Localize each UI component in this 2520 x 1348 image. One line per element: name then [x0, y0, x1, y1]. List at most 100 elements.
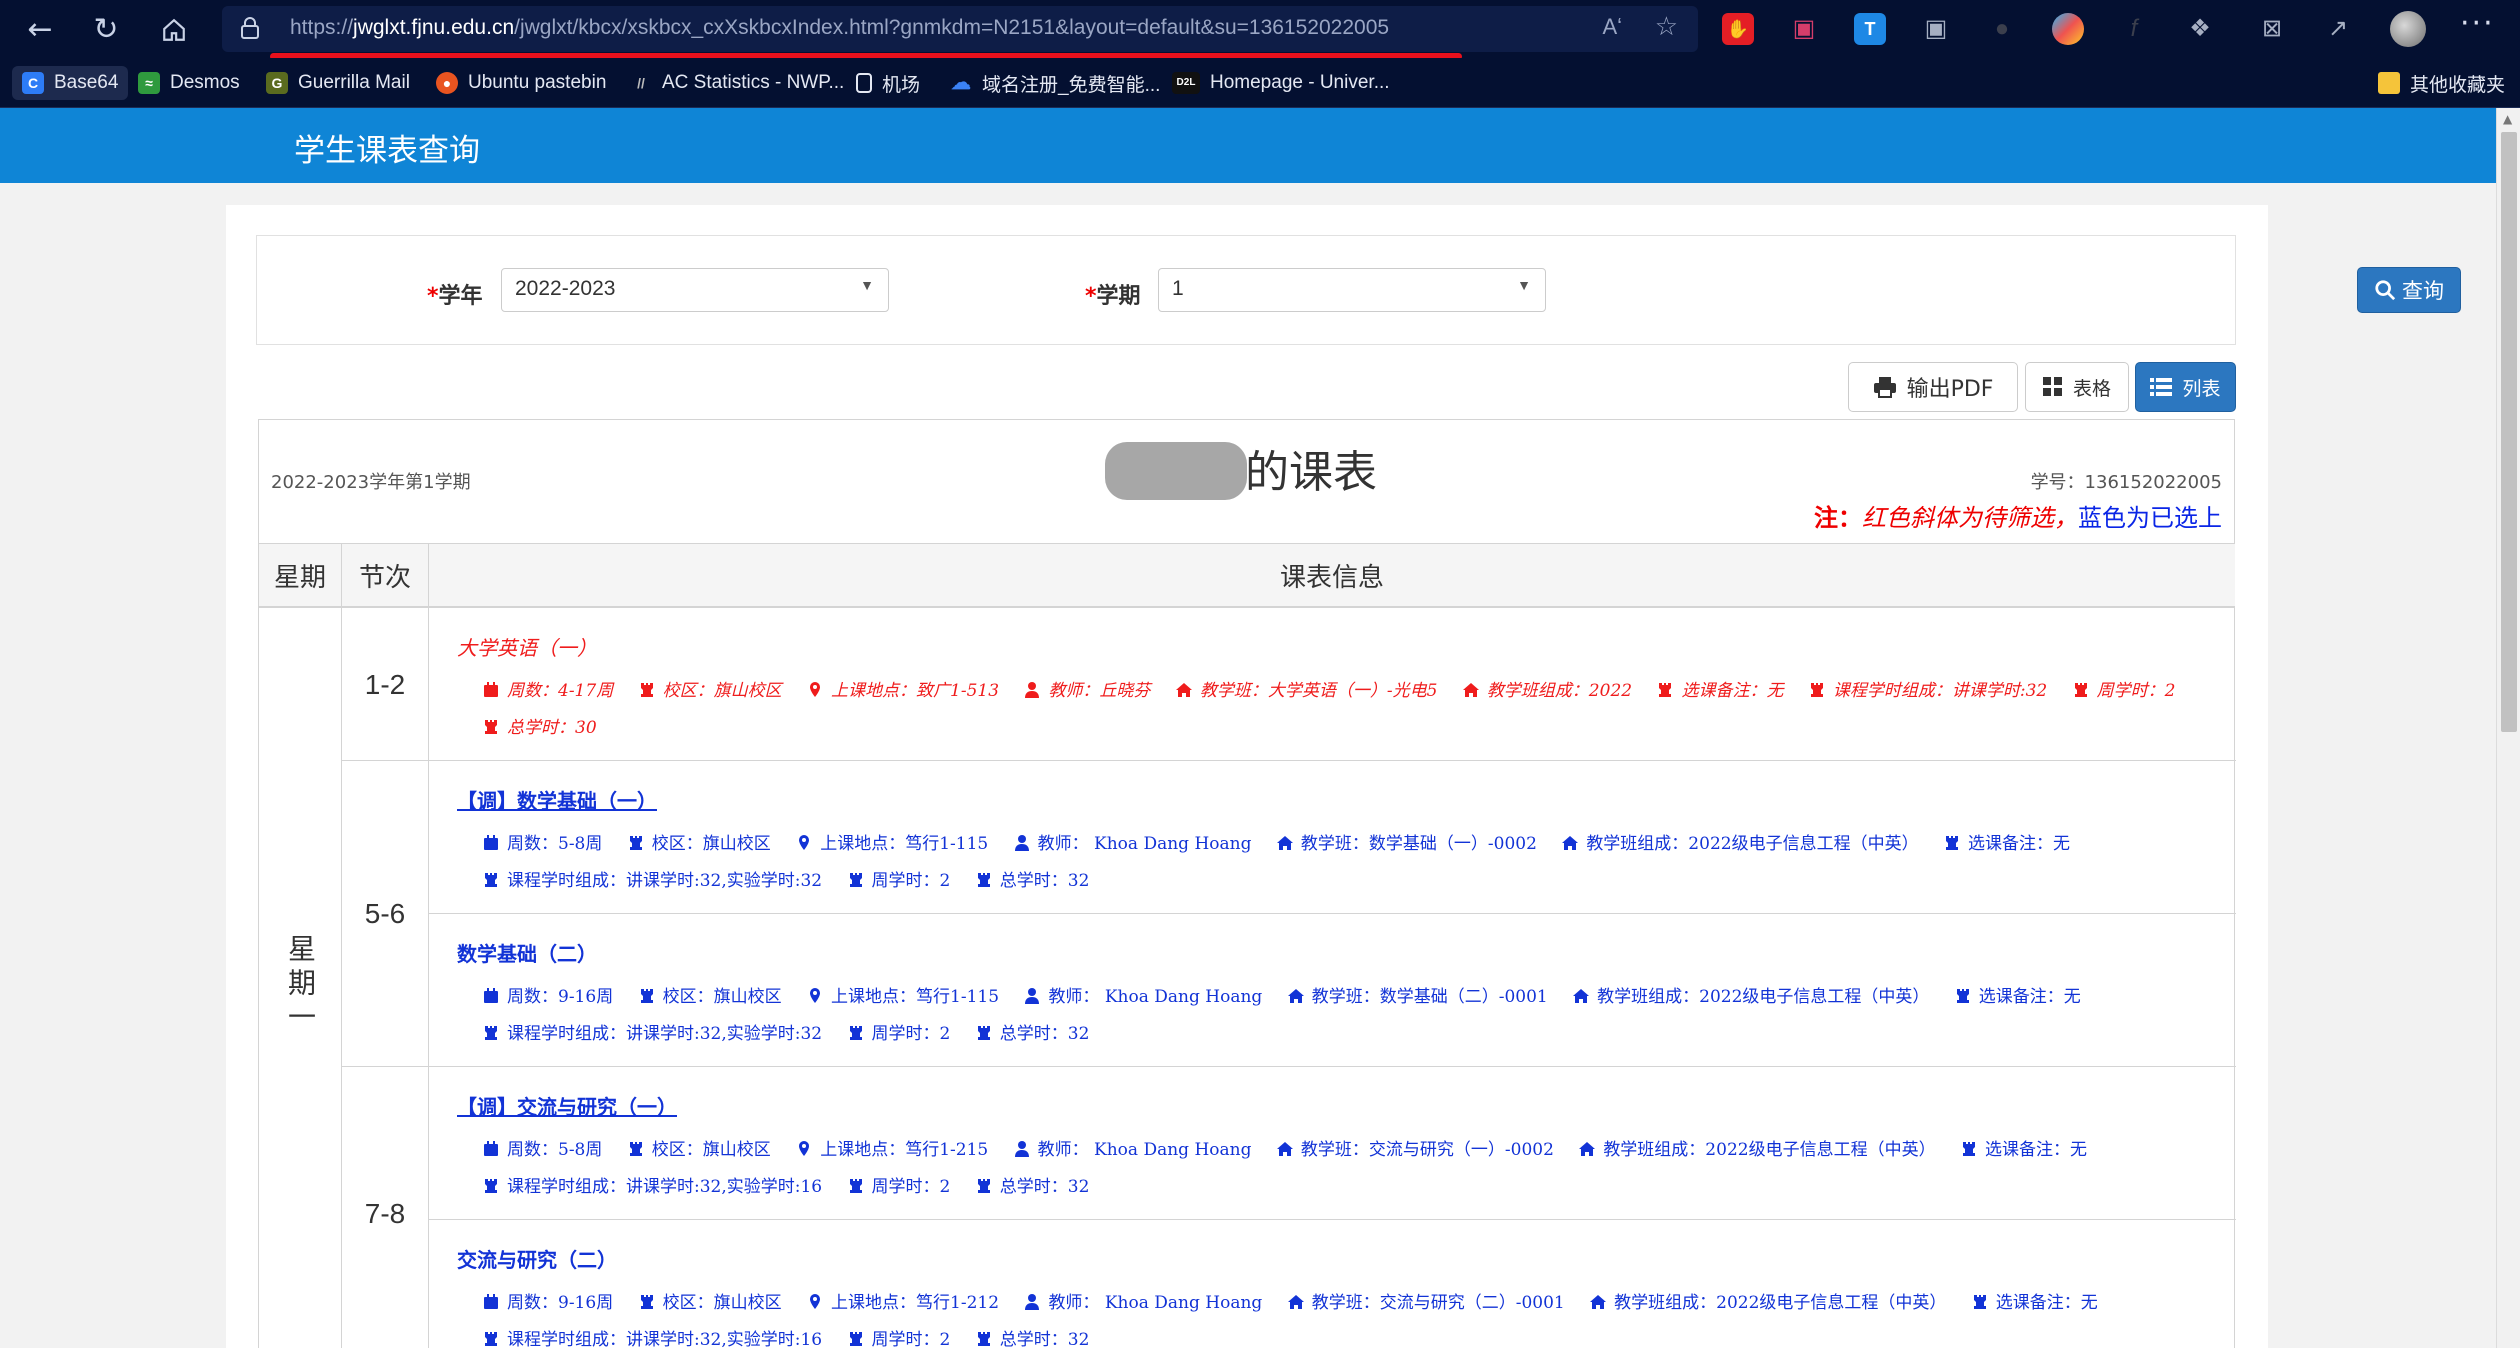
course-entry[interactable]: 交流与研究（二） 周数：9-16周 校区：旗山校区 上课地点：笃行1-212 教师…	[457, 1244, 2207, 1348]
schedule-owner-title: 的课表	[1105, 436, 1377, 504]
calendar-icon	[484, 1294, 498, 1309]
bookmark-homepage[interactable]: D2L Homepage - Univer...	[1172, 66, 1390, 100]
formula-extension-icon[interactable]: f	[2118, 13, 2150, 45]
user-icon	[1014, 1141, 1029, 1157]
course-field-class: 教学班：数学基础（一）-0002	[1276, 834, 1537, 854]
bilibili-extension-icon[interactable]: ▣	[1788, 13, 1820, 45]
year-select[interactable]: 2022-2023 ▼	[501, 268, 889, 312]
bookmark-airport[interactable]: 机场	[856, 66, 920, 100]
divider	[429, 913, 2236, 914]
bookmark-desmos[interactable]: ≈ Desmos	[138, 66, 240, 100]
course-field-weekly-hours: 周学时：2	[848, 871, 950, 891]
page-icon	[856, 73, 872, 93]
home-icon	[1573, 989, 1590, 1003]
share-icon[interactable]: ↗	[2322, 13, 2354, 45]
page-header: 学生课表查询	[0, 108, 2496, 183]
search-button[interactable]: 查询	[2357, 267, 2461, 313]
scroll-up-arrow-icon[interactable]: ▲	[2503, 112, 2512, 126]
course-name[interactable]: 【调】交流与研究（一）	[457, 1091, 677, 1120]
translate-extension-icon[interactable]: T	[1854, 13, 1886, 45]
extensions-puzzle-icon[interactable]: ❖	[2184, 13, 2216, 45]
home-icon	[1562, 836, 1579, 850]
base64-icon: C	[22, 72, 44, 94]
course-name[interactable]: 数学基础（二）	[457, 938, 597, 967]
course-field-total-hours: 总学时：32	[976, 871, 1089, 891]
term-select[interactable]: 1 ▼	[1158, 268, 1546, 312]
course-field-remark: 选课备注：无	[1961, 1140, 2087, 1160]
course-field-remark: 选课备注：无	[1972, 1293, 2098, 1313]
course-name[interactable]: 【调】数学基础（一）	[457, 785, 657, 814]
divider	[342, 760, 2236, 761]
home-icon	[1276, 836, 1293, 850]
course-field-campus: 校区：旗山校区	[628, 834, 771, 854]
course-field-campus: 校区：旗山校区	[639, 681, 782, 701]
dark-extension-icon[interactable]: ●	[1986, 13, 2018, 45]
page-title: 学生课表查询	[294, 133, 480, 169]
course-field-weekly-hours: 周学时：2	[2073, 681, 2175, 701]
course-entry[interactable]: 大学英语（一） 周数：4-17周 校区：旗山校区 上课地点：致广1-513 教师：…	[457, 632, 2207, 747]
bookmark-guerrilla-mail[interactable]: G Guerrilla Mail	[266, 66, 410, 100]
rook-icon	[629, 1142, 642, 1156]
rook-icon	[640, 1295, 653, 1309]
grid-icon	[2042, 377, 2062, 396]
home-icon	[1287, 989, 1304, 1003]
year-label: *学年	[427, 284, 483, 309]
rook-icon	[485, 873, 497, 887]
scrollbar-thumb[interactable]	[2501, 132, 2517, 732]
bookmark-domain[interactable]: ☁ 域名注册_免费智能...	[950, 66, 1160, 100]
bookmark-base64[interactable]: C Base64	[12, 66, 129, 100]
rook-icon	[640, 683, 653, 697]
rook-icon	[640, 989, 653, 1003]
math-solver-icon[interactable]: ⊠	[2256, 13, 2288, 45]
page-scrollbar[interactable]: ▲	[2496, 108, 2520, 1348]
course-field-campus: 校区：旗山校区	[628, 1140, 771, 1160]
rook-icon	[977, 873, 990, 887]
chevron-down-icon: ▼	[1517, 277, 1531, 293]
list-view-button[interactable]: 列表	[2135, 362, 2236, 412]
course-field-class-composition: 教学班组成：2022	[1462, 681, 1632, 701]
back-arrow-icon[interactable]: ←	[20, 10, 60, 50]
course-field-campus: 校区：旗山校区	[639, 1293, 782, 1313]
bookmark-ubuntu-pastebin[interactable]: ● Ubuntu pastebin	[436, 66, 606, 100]
profile-avatar[interactable]	[2390, 11, 2426, 47]
calendar-icon	[484, 835, 498, 850]
course-entry[interactable]: 【调】交流与研究（一） 周数：5-8周 校区：旗山校区 上课地点：笃行1-215 …	[457, 1091, 2207, 1206]
refresh-icon[interactable]: ↻	[86, 10, 126, 50]
glasses-extension-icon[interactable]: ▣	[1920, 13, 1952, 45]
address-bar[interactable]: https://jwglxt.fjnu.edu.cn/jwglxt/kbcx/x…	[222, 6, 1698, 52]
bookmark-other-folder[interactable]: 其他收藏夹	[2378, 66, 2505, 100]
course-field-location: 上课地点：笃行1-115	[796, 834, 988, 854]
course-field-hours-composition: 课程学时组成：讲课学时:32,实验学时:32	[483, 1024, 822, 1044]
calendar-icon	[484, 682, 498, 697]
course-field-weeks: 周数：9-16周	[483, 1293, 613, 1313]
url-text[interactable]: https://jwglxt.fjnu.edu.cn/jwglxt/kbcx/x…	[290, 16, 1389, 40]
user-icon	[1025, 682, 1040, 698]
course-details: 周数：5-8周 校区：旗山校区 上课地点：笃行1-215 教师： Khoa Da…	[457, 1132, 2207, 1206]
course-field-campus: 校区：旗山校区	[639, 987, 782, 1007]
home-icon[interactable]	[154, 10, 194, 50]
adblock-extension-icon[interactable]: ✋	[1722, 13, 1754, 45]
add-favorite-icon[interactable]: ☆	[1655, 12, 1678, 42]
course-field-total-hours: 总学时：32	[976, 1024, 1089, 1044]
course-name[interactable]: 大学英语（一）	[457, 632, 597, 661]
lock-icon	[241, 17, 259, 39]
home-icon	[1276, 1142, 1293, 1156]
grid-view-button[interactable]: 表格	[2025, 362, 2129, 412]
term-text: 2022-2023学年第1学期	[271, 472, 471, 493]
bookmark-ac-statistics[interactable]: //AC Statistics - NWP...	[630, 66, 844, 100]
course-field-hours-composition: 课程学时组成：讲课学时:32,实验学时:16	[483, 1177, 822, 1197]
list-icon	[2150, 378, 2173, 396]
course-name[interactable]: 交流与研究（二）	[457, 1244, 617, 1273]
divider	[429, 1219, 2236, 1220]
export-pdf-button[interactable]: 输出PDF	[1848, 362, 2018, 412]
color-extension-icon[interactable]	[2052, 13, 2084, 45]
home-icon	[1287, 1295, 1304, 1309]
more-options-icon[interactable]: ···	[2460, 6, 2495, 41]
course-details: 周数：4-17周 校区：旗山校区 上课地点：致广1-513 教师：丘晓芬 教学班…	[457, 673, 2207, 747]
course-entry[interactable]: 【调】数学基础（一） 周数：5-8周 校区：旗山校区 上课地点：笃行1-115 教…	[457, 785, 2207, 900]
course-entry[interactable]: 数学基础（二） 周数：9-16周 校区：旗山校区 上课地点：笃行1-115 教师：…	[457, 938, 2207, 1053]
read-aloud-icon[interactable]: Aʻ	[1602, 14, 1622, 40]
home-icon	[1590, 1295, 1607, 1309]
rook-icon	[1962, 1142, 1975, 1156]
rook-icon	[485, 1179, 497, 1193]
